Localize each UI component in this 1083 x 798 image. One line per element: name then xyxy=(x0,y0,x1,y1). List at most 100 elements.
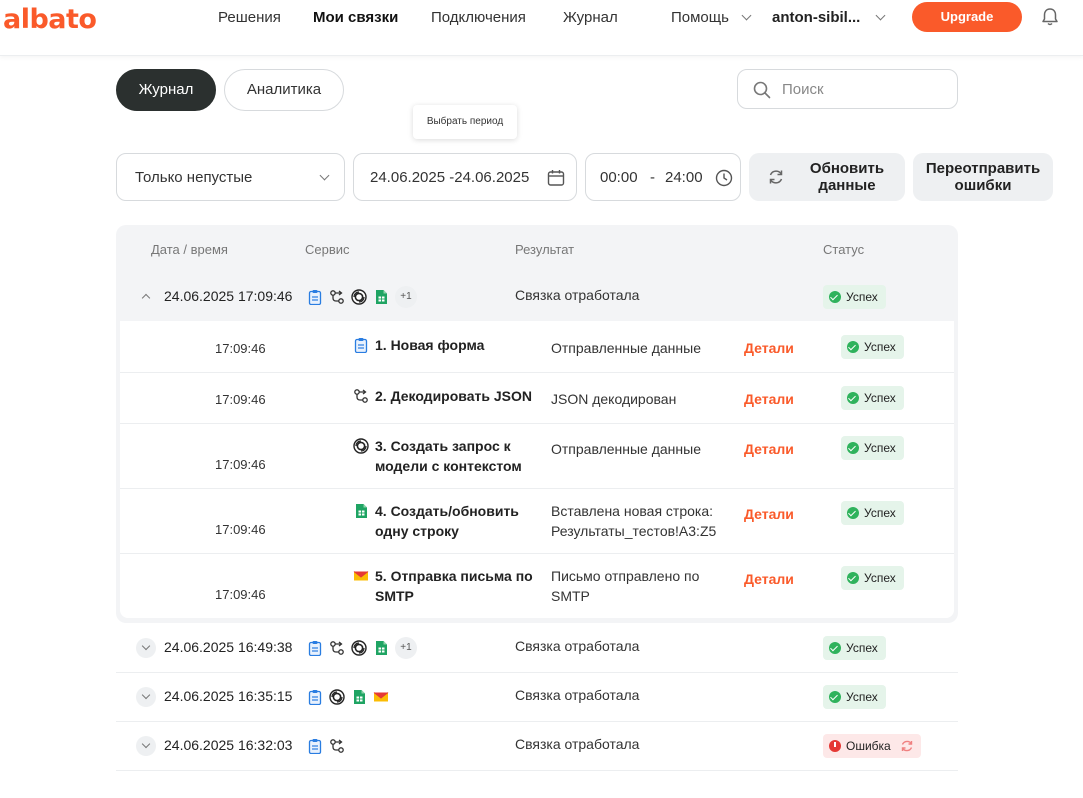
step-time: 17:09:46 xyxy=(215,341,266,356)
resend-label-1: Переотправить xyxy=(925,160,1041,177)
details-link[interactable]: Детали xyxy=(744,441,794,457)
more-services-badge: +1 xyxy=(395,637,417,659)
bell-icon[interactable] xyxy=(1039,6,1061,28)
expand-button[interactable] xyxy=(136,736,156,756)
user-name: anton-sibil... xyxy=(772,9,861,26)
check-icon xyxy=(829,691,841,703)
google-sheets-icon xyxy=(375,640,388,656)
details-link[interactable]: Детали xyxy=(744,571,794,587)
status-badge: Успех xyxy=(841,501,904,525)
step-row: 17:09:46 2. Декодировать JSON JSON декод… xyxy=(120,373,954,424)
help-menu[interactable]: Помощь xyxy=(671,9,752,26)
nav-solutions[interactable]: Решения xyxy=(218,9,281,26)
table-row[interactable]: 24.06.2025 17:09:46 +1 Связка отработала… xyxy=(116,273,958,321)
status-badge: Успех xyxy=(823,285,886,309)
expanded-run: 24.06.2025 17:09:46 +1 Связка отработала… xyxy=(116,273,958,623)
time-range-picker[interactable]: 00:00 - 24:00 xyxy=(585,153,741,201)
json-tool-icon xyxy=(330,739,344,753)
time-from: 00:00 xyxy=(600,169,638,186)
table-row[interactable]: 24.06.2025 16:49:38 +1 Связка отработала… xyxy=(116,624,958,672)
status-badge: Успех xyxy=(823,636,886,660)
search-input[interactable]: Поиск xyxy=(737,69,958,109)
user-menu[interactable]: anton-sibil... xyxy=(772,9,885,26)
step-name: 1. Новая форма xyxy=(375,337,485,353)
tab-journal[interactable]: Журнал xyxy=(116,69,216,111)
table-header: Дата / время Сервис Результат Статус xyxy=(116,225,958,273)
albato-logo[interactable]: albato xyxy=(3,4,97,35)
col-result: Результат xyxy=(515,242,575,257)
status-label: Успех xyxy=(864,340,896,354)
form-icon xyxy=(308,640,322,656)
step-name: 3. Создать запрос к модели с контекстом xyxy=(375,438,522,474)
table-row[interactable]: 24.06.2025 16:32:03 Связка отработала Ош… xyxy=(116,722,958,770)
step-name: 4. Создать/обновить одну строку xyxy=(375,503,519,539)
resend-label-2: ошибки xyxy=(954,177,1012,194)
status-label: Успех xyxy=(864,571,896,585)
form-icon xyxy=(308,738,322,754)
step-row: 17:09:46 3. Создать запрос к модели с ко… xyxy=(120,424,954,489)
step-result: JSON декодирован xyxy=(551,391,677,407)
run-result: Связка отработала xyxy=(515,287,640,303)
google-sheets-icon xyxy=(375,289,388,305)
calendar-icon xyxy=(547,170,565,186)
json-tool-icon xyxy=(330,641,344,655)
chevron-down-icon xyxy=(141,641,151,651)
expand-button[interactable] xyxy=(136,687,156,707)
check-icon xyxy=(829,291,841,303)
nav-journal[interactable]: Журнал xyxy=(563,9,618,26)
nav-connections[interactable]: Подключения xyxy=(431,9,526,26)
form-icon xyxy=(308,289,322,305)
step-name: 2. Декодировать JSON xyxy=(375,388,532,404)
row-divider xyxy=(116,770,958,771)
check-icon xyxy=(829,642,841,654)
nonempty-filter-select[interactable]: Только непустые xyxy=(116,153,345,201)
date-range-value: 24.06.2025 -24.06.2025 xyxy=(370,169,530,186)
status-label: Успех xyxy=(846,690,878,704)
help-label: Помощь xyxy=(671,9,729,26)
retry-icon[interactable] xyxy=(899,738,915,754)
check-icon xyxy=(847,392,859,404)
nonempty-filter-value: Только непустые xyxy=(135,169,253,186)
step-time: 17:09:46 xyxy=(215,392,266,407)
google-sheets-icon xyxy=(353,689,366,705)
status-badge: Ошибка xyxy=(823,734,921,758)
status-label: Успех xyxy=(846,290,878,304)
status-label: Успех xyxy=(864,391,896,405)
json-tool-icon xyxy=(354,389,368,403)
col-service: Сервис xyxy=(305,242,350,257)
details-link[interactable]: Детали xyxy=(744,391,794,407)
date-range-picker[interactable]: 24.06.2025 -24.06.2025 xyxy=(353,153,577,201)
chevron-down-icon xyxy=(319,170,330,181)
google-sheets-icon xyxy=(355,503,368,519)
search-icon xyxy=(753,81,771,99)
clock-icon xyxy=(715,169,733,187)
nav-my-bundles[interactable]: Мои связки xyxy=(313,9,398,26)
details-link[interactable]: Детали xyxy=(744,340,794,356)
step-row: 17:09:46 1. Новая форма Отправленные дан… xyxy=(120,321,954,373)
check-icon xyxy=(847,507,859,519)
tab-analytics[interactable]: Аналитика xyxy=(224,69,344,111)
status-label: Успех xyxy=(864,441,896,455)
run-datetime: 24.06.2025 17:09:46 xyxy=(164,288,293,304)
top-navigation: albato Решения Мои связки Подключения Жу… xyxy=(0,0,1083,56)
run-result: Связка отработала xyxy=(515,638,640,654)
table-row[interactable]: 24.06.2025 16:35:15 Связка отработала Ус… xyxy=(116,673,958,721)
run-result: Связка отработала xyxy=(515,687,640,703)
chevron-down-icon xyxy=(141,690,151,700)
status-label: Успех xyxy=(864,506,896,520)
step-row: 17:09:46 4. Создать/обновить одну строку… xyxy=(120,489,954,554)
expand-button[interactable] xyxy=(136,638,156,658)
details-link[interactable]: Детали xyxy=(744,506,794,522)
openai-icon xyxy=(329,689,345,705)
openai-icon xyxy=(353,438,369,454)
step-result: Письмо отправлено по SMTP xyxy=(551,568,700,604)
collapse-button[interactable] xyxy=(136,287,156,307)
col-datetime: Дата / время xyxy=(151,242,228,257)
json-tool-icon xyxy=(330,290,344,304)
refresh-data-button[interactable]: Обновить данные xyxy=(749,153,905,201)
chevron-down-icon xyxy=(875,10,885,21)
resend-errors-button[interactable]: Переотправить ошибки xyxy=(913,153,1053,201)
mail-icon xyxy=(373,692,389,702)
upgrade-button[interactable]: Upgrade xyxy=(912,2,1022,32)
form-icon xyxy=(308,689,322,705)
